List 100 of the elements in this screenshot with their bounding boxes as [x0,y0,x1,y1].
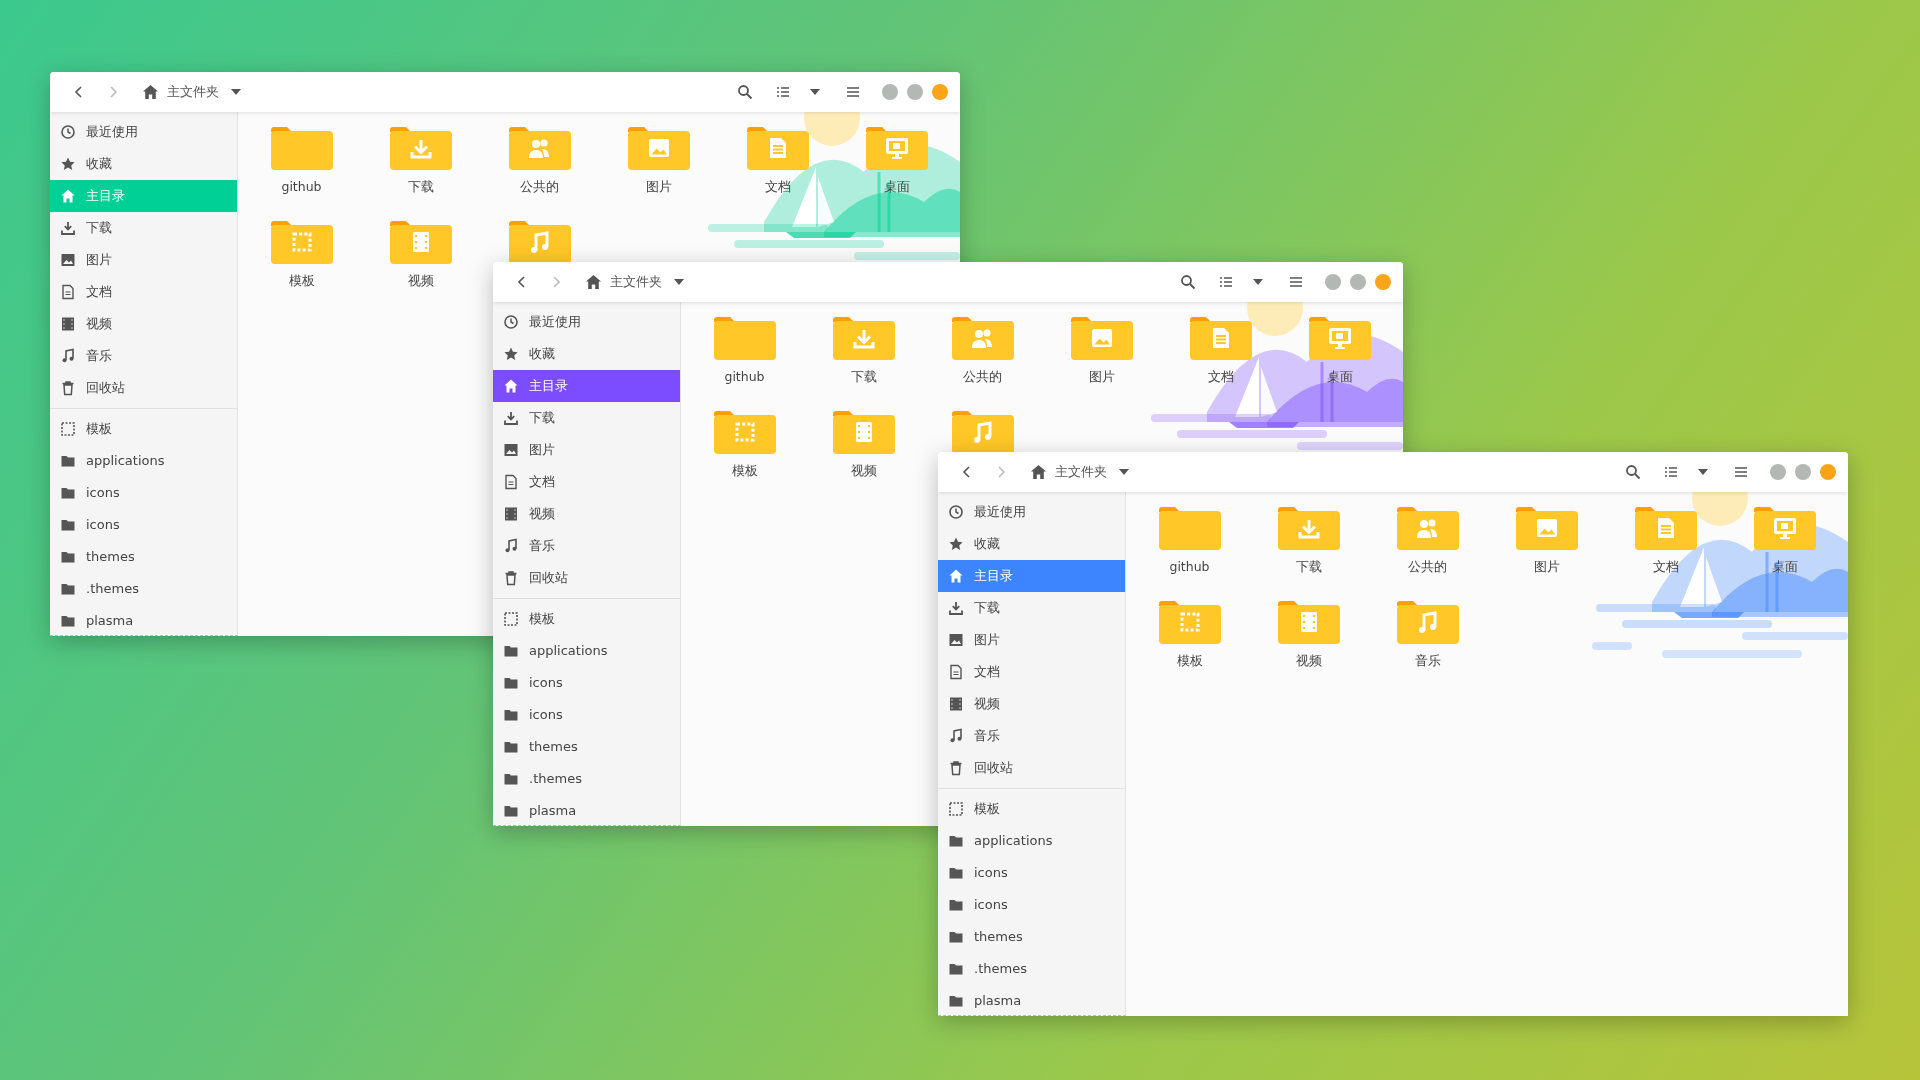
folder-monitor-icon[interactable] [1753,506,1816,552]
star-icon [948,536,964,552]
sidebar-item[interactable]: 模板 [50,413,237,445]
file-name: 视频 [850,462,877,480]
sidebar-item[interactable]: 模板 [493,603,680,635]
sidebar-item[interactable]: 音乐 [50,340,237,372]
sidebar-item[interactable]: 回收站 [938,752,1125,784]
sidebar-item[interactable]: themes [938,921,1125,953]
home-icon [1030,464,1047,480]
sidebar-item[interactable]: plasma [493,795,680,826]
folder-film-icon[interactable] [832,410,895,456]
folder-monitor-icon[interactable] [865,126,928,172]
sidebar-item[interactable]: icons [493,667,680,699]
sidebar-item[interactable]: 收藏 [50,148,237,180]
path-label[interactable]: 主文件夹 [610,272,662,292]
folder-film-icon[interactable] [389,220,452,266]
folder-download-icon[interactable] [1277,506,1340,552]
file-name: 视频 [1295,652,1322,670]
star-icon [503,346,519,362]
file-name: 下载 [850,368,877,386]
film-icon [503,506,519,522]
folder-icon[interactable] [1158,506,1221,552]
sidebar-item[interactable]: applications [50,445,237,477]
minimize-button[interactable] [882,84,898,100]
folder-download-icon[interactable] [832,316,895,362]
sidebar-item[interactable]: 回收站 [50,372,237,404]
picture-icon [948,632,964,648]
sidebar-item[interactable]: 最近使用 [50,116,237,148]
sidebar-item[interactable]: icons [50,477,237,509]
sidebar-item[interactable]: 音乐 [938,720,1125,752]
close-button[interactable] [1820,464,1836,480]
path-label[interactable]: 主文件夹 [1055,462,1107,482]
folder-dashed-square-icon[interactable] [1158,600,1221,646]
sidebar-item[interactable]: 文档 [493,466,680,498]
folder-picture-icon[interactable] [1070,316,1133,362]
maximize-button[interactable] [907,84,923,100]
folder-users-icon[interactable] [951,316,1014,362]
folder-monitor-icon[interactable] [1308,316,1371,362]
sidebar-item[interactable]: plasma [50,605,237,636]
sidebar-item[interactable]: .themes [493,763,680,795]
folder-dashed-square-icon[interactable] [713,410,776,456]
list-icon [776,86,790,98]
folder-picture-icon[interactable] [627,126,690,172]
sidebar-item[interactable]: icons [50,509,237,541]
folder-download-icon[interactable] [389,126,452,172]
sidebar-item[interactable]: icons [938,889,1125,921]
minimize-button[interactable] [1770,464,1786,480]
folder-icon[interactable] [270,126,333,172]
sidebar-item[interactable]: 图片 [938,624,1125,656]
minimize-button[interactable] [1325,274,1341,290]
sidebar-item[interactable]: .themes [50,573,237,605]
sidebar-item[interactable]: plasma [938,985,1125,1016]
folder-dashed-square-icon[interactable] [270,220,333,266]
folder-document-icon[interactable] [1189,316,1252,362]
sidebar-item[interactable]: 图片 [493,434,680,466]
caret-down-icon [673,278,685,286]
folder-users-icon[interactable] [1396,506,1459,552]
file-name: 桌面 [1771,558,1798,576]
sidebar-item[interactable]: 下载 [938,592,1125,624]
close-button[interactable] [1375,274,1391,290]
maximize-button[interactable] [1795,464,1811,480]
sidebar-item[interactable]: applications [493,635,680,667]
sidebar-item[interactable]: 文档 [938,656,1125,688]
sidebar-item[interactable]: 视频 [493,498,680,530]
sidebar-item[interactable]: 收藏 [938,528,1125,560]
sidebar-item[interactable]: 下载 [50,212,237,244]
path-label[interactable]: 主文件夹 [167,82,219,102]
sidebar-item[interactable]: 最近使用 [493,306,680,338]
folder-film-icon[interactable] [1277,600,1340,646]
file-name: github [281,178,322,196]
sidebar-item[interactable]: 视频 [50,308,237,340]
folder-icon [948,897,964,913]
sidebar-item[interactable]: applications [938,825,1125,857]
folder-icon [60,485,76,501]
sidebar-item[interactable]: themes [493,731,680,763]
sidebar-item[interactable]: themes [50,541,237,573]
sidebar-item[interactable]: 下载 [493,402,680,434]
folder-document-icon[interactable] [1634,506,1697,552]
sidebar-item[interactable]: 模板 [938,793,1125,825]
sidebar-item[interactable]: 最近使用 [938,496,1125,528]
file-name: 公共的 [1408,558,1447,576]
sidebar-item[interactable]: 音乐 [493,530,680,562]
sidebar-item[interactable]: 视频 [938,688,1125,720]
sidebar-item[interactable]: icons [938,857,1125,889]
folder-picture-icon[interactable] [1515,506,1578,552]
sidebar-item[interactable]: 回收站 [493,562,680,594]
file-name: 图片 [1088,368,1115,386]
sidebar-item[interactable]: 主目录 [493,370,680,402]
folder-users-icon[interactable] [508,126,571,172]
folder-icon[interactable] [713,316,776,362]
sidebar-item[interactable]: 图片 [50,244,237,276]
sidebar-item[interactable]: 收藏 [493,338,680,370]
maximize-button[interactable] [1350,274,1366,290]
folder-document-icon[interactable] [746,126,809,172]
sidebar-item[interactable]: .themes [938,953,1125,985]
sidebar-item[interactable]: 文档 [50,276,237,308]
folder-music-note-icon[interactable] [1396,600,1459,646]
sidebar-item[interactable]: 主目录 [938,560,1125,592]
sidebar-item[interactable]: icons [493,699,680,731]
close-button[interactable] [932,84,948,100]
